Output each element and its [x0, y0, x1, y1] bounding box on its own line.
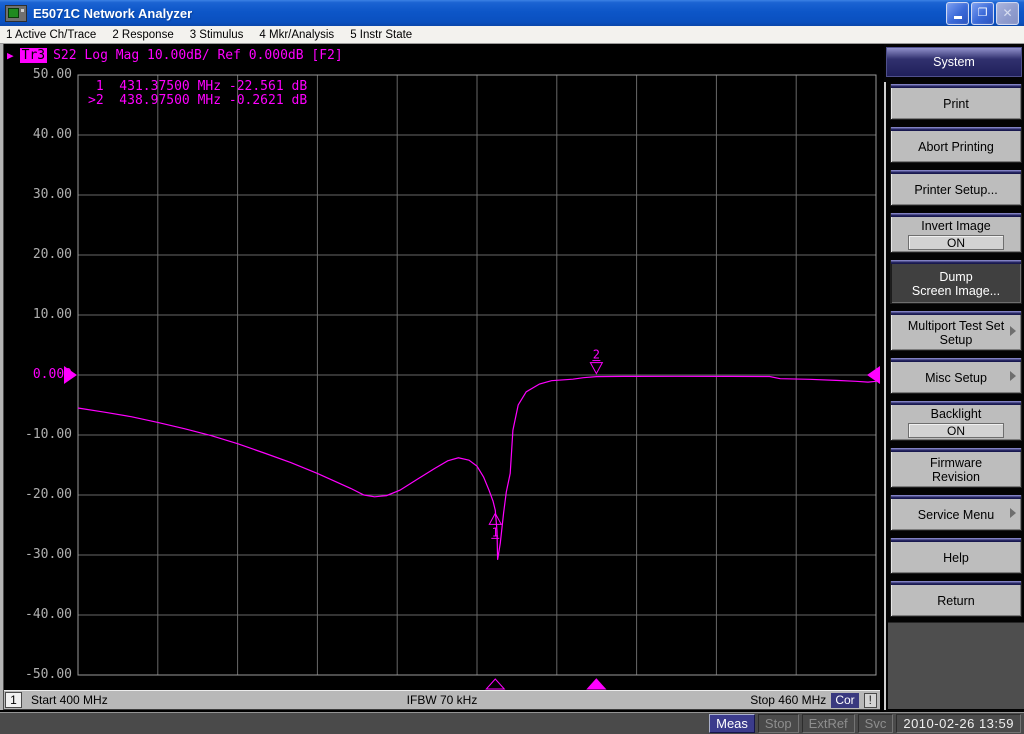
menu-5-instr-state[interactable]: 5 Instr State — [350, 29, 412, 41]
softkey-service-menu[interactable]: Service Menu — [890, 495, 1022, 531]
marker-2-stimulus-triangle[interactable] — [586, 678, 607, 690]
softkey-label: Invert Image — [921, 219, 991, 233]
softkey-backlight[interactable]: Backlight ON — [890, 401, 1022, 441]
stop-frequency-label: Stop 460 MHz — [750, 693, 827, 707]
softkey-return[interactable]: Return — [890, 581, 1022, 617]
status-indicator-stop: Stop — [757, 714, 799, 733]
softkey-label: Multiport Test Set — [907, 318, 1005, 333]
e5071c-application-window: E5071C Network Analyzer ❐ ✕ 1 Active Ch/… — [0, 0, 1024, 734]
window-title: E5071C Network Analyzer — [33, 5, 193, 21]
status-indicator-svc: Svc — [857, 714, 894, 733]
softkey-label: Firmware — [929, 455, 983, 470]
softkey-abort-printing[interactable]: Abort Printing — [890, 127, 1022, 163]
softkey-invert-image[interactable]: Invert Image ON — [890, 213, 1022, 253]
softkey-label: Service Menu — [917, 507, 995, 522]
softkey-label: Abort Printing — [918, 139, 994, 154]
marker-2-number: 2 — [593, 348, 600, 362]
status-indicator-extref: ExtRef — [801, 714, 855, 733]
start-frequency-label: Start 400 MHz — [31, 693, 108, 707]
title-bar: E5071C Network Analyzer ❐ ✕ — [0, 0, 1024, 26]
restore-button[interactable]: ❐ — [971, 1, 994, 25]
minimize-button[interactable] — [946, 1, 969, 25]
marker-1-stimulus-triangle[interactable] — [485, 678, 506, 690]
measurement-plot: 12 — [64, 74, 880, 690]
softkey-print[interactable]: Print — [890, 84, 1022, 120]
softkey-toggle-state: ON — [908, 235, 1004, 250]
status-indicator-meas: Meas — [709, 714, 755, 733]
softkey-label: Printer Setup... — [914, 182, 998, 197]
marker-2-glyph[interactable] — [589, 362, 604, 375]
softkey-label: Dump — [939, 269, 973, 284]
softkey-toggle-state: ON — [908, 423, 1004, 438]
softkey-firmware-revision[interactable]: Firmware Revision — [890, 448, 1022, 488]
softkey-help[interactable]: Help — [890, 538, 1022, 574]
alert-badge: ! — [863, 692, 877, 708]
sidebar-bottom-panel — [888, 622, 1024, 709]
trace-name-badge[interactable]: Tr3 — [19, 48, 48, 63]
submenu-arrow-icon — [1010, 325, 1016, 336]
softkey-label: Backlight — [930, 407, 982, 421]
close-button[interactable]: ✕ — [996, 1, 1019, 25]
softkey-label: Revision — [932, 469, 980, 484]
softkey-label: Print — [943, 96, 969, 111]
softkey-label: Return — [937, 593, 975, 608]
softkey-misc-setup[interactable]: Misc Setup — [890, 358, 1022, 394]
menu-bar: 1 Active Ch/Trace 2 Response 3 Stimulus 4 M… — [0, 26, 1024, 44]
app-icon — [5, 4, 27, 22]
menu-1-active-ch-trace[interactable]: 1 Active Ch/Trace — [6, 29, 96, 41]
submenu-arrow-icon — [1010, 370, 1016, 381]
grid-lines — [78, 75, 876, 675]
trace-format-label: S22 Log Mag 10.00dB/ Ref 0.000dB [F2] — [53, 48, 343, 63]
channel-number-badge: 1 — [5, 692, 22, 708]
ref-level-marker-left — [64, 366, 77, 384]
status-datetime: 2010-02-26 13:59 — [896, 714, 1021, 733]
submenu-arrow-icon — [1010, 507, 1016, 518]
softkey-sidebar: System Print Abort Printing Printer Setup.… — [884, 44, 1024, 712]
menu-2-response[interactable]: 2 Response — [112, 29, 173, 41]
softkey-dump-screen-image[interactable]: Dump Screen Image... — [890, 260, 1022, 304]
ifbw-label: IFBW 70 kHz — [406, 693, 478, 707]
sidebar-scroll-line — [884, 82, 886, 710]
softkey-multiport-test-set-setup[interactable]: Multiport Test Set Setup — [890, 311, 1022, 351]
marker-1-number: 1 — [492, 525, 499, 539]
softkey-menu-title: System — [886, 47, 1022, 77]
softkey-label: Setup — [939, 332, 973, 347]
softkey-label: Screen Image... — [911, 283, 1001, 298]
active-trace-arrow-icon: ▶ — [7, 49, 14, 62]
trace-header: ▶ Tr3 S22 Log Mag 10.00dB/ Ref 0.000dB [… — [7, 48, 343, 63]
menu-3-stimulus[interactable]: 3 Stimulus — [190, 29, 244, 41]
softkey-printer-setup[interactable]: Printer Setup... — [890, 170, 1022, 206]
correction-badge: Cor — [831, 692, 859, 708]
instrument-status-bar: Meas Stop ExtRef Svc 2010-02-26 13:59 — [0, 712, 1024, 734]
menu-4-mkr-analysis[interactable]: 4 Mkr/Analysis — [259, 29, 334, 41]
channel-status-bar: 1 Start 400 MHz IFBW 70 kHz Stop 460 MHz… — [4, 690, 880, 710]
softkey-label: Misc Setup — [925, 370, 987, 385]
softkey-label: Help — [943, 550, 969, 565]
